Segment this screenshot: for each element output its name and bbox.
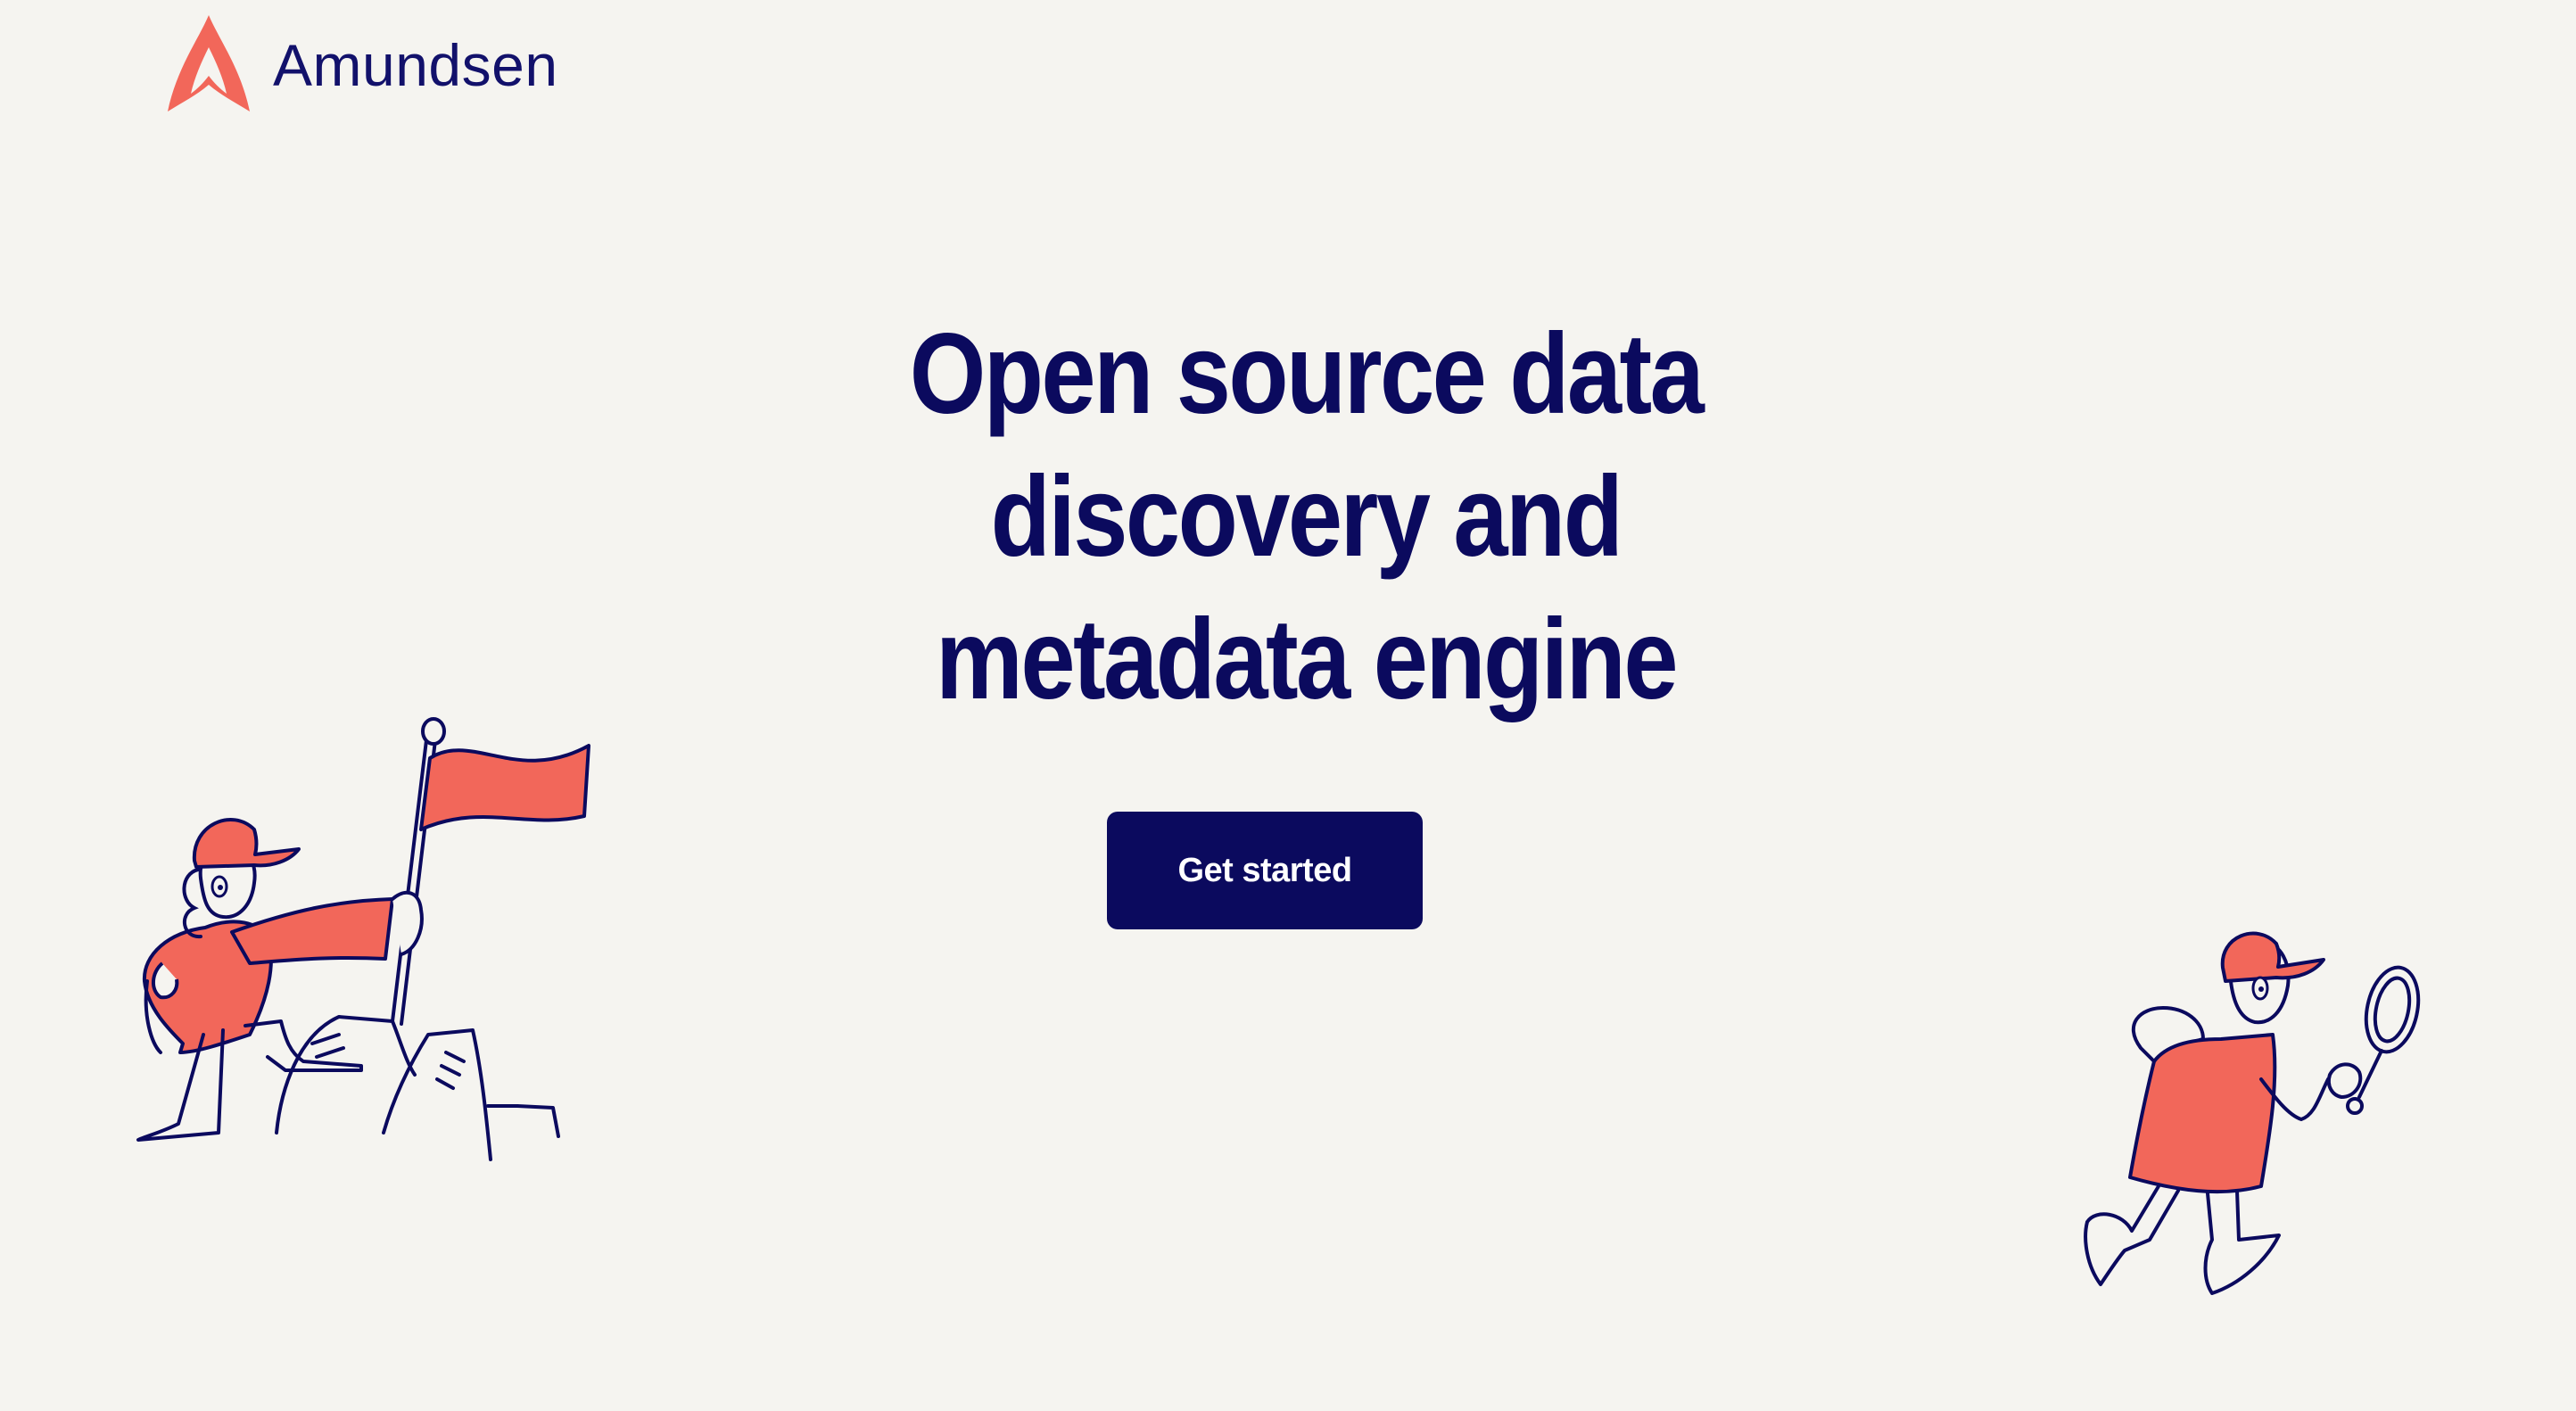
hero-title-line-3: metadata engine	[936, 596, 1679, 723]
hero-title: Open source data discovery and metadata …	[846, 303, 1766, 731]
hero-title-line-2: discovery and	[990, 453, 1623, 581]
get-started-button[interactable]: Get started	[1107, 812, 1423, 929]
explorer-with-flag-illustration	[136, 717, 590, 1161]
brand-name: Amundsen	[273, 32, 558, 98]
hero-section: Open source data discovery and metadata …	[771, 303, 1841, 731]
amundsen-logo-icon	[168, 15, 250, 111]
hero-title-line-1: Open source data	[909, 310, 1705, 438]
explorer-with-magnifying-glass-illustration	[2084, 931, 2421, 1295]
home-logo-link[interactable]: Amundsen	[164, 12, 558, 118]
